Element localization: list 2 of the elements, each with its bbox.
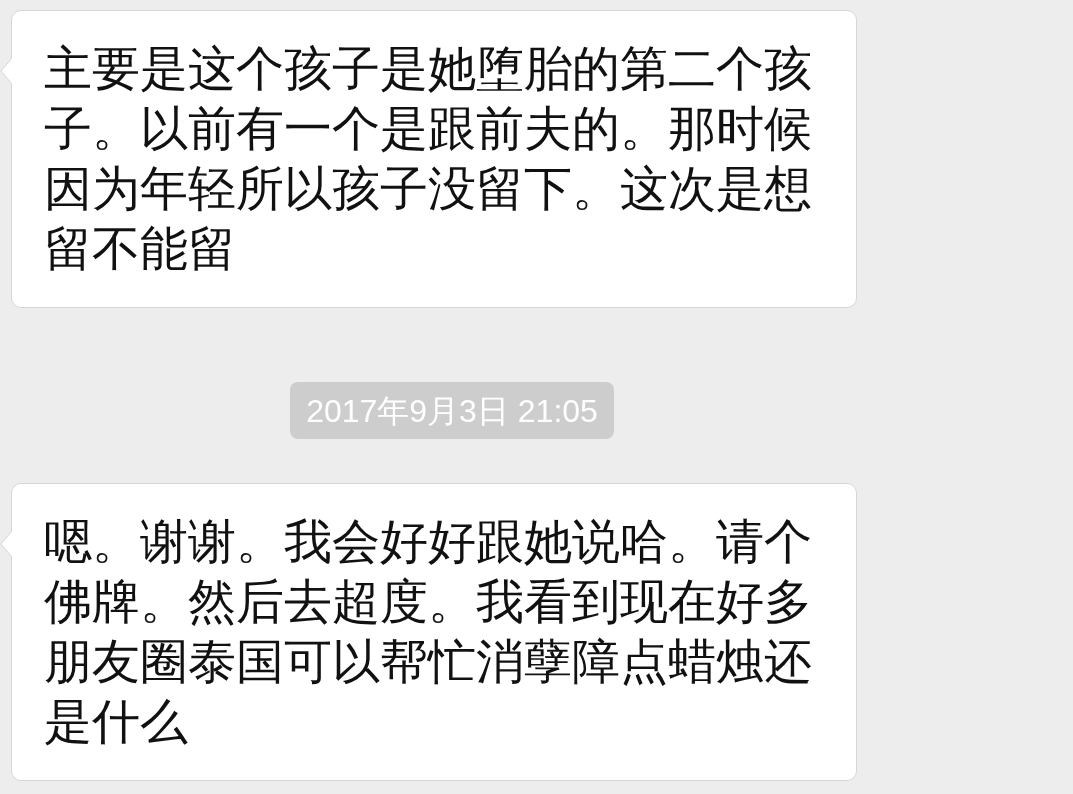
message-text: 主要是这个孩子是她堕胎的第二个孩子。以前有一个是跟前夫的。那时候因为年轻所以孩子没留下。这次是想留不能留	[44, 41, 813, 277]
message-text: 嗯。谢谢。我会好好跟她说哈。请个佛牌。然后去超度。我看到现在好多朋友圈泰国可以帮忙消孽障点蜡烛还是什么	[44, 514, 813, 750]
